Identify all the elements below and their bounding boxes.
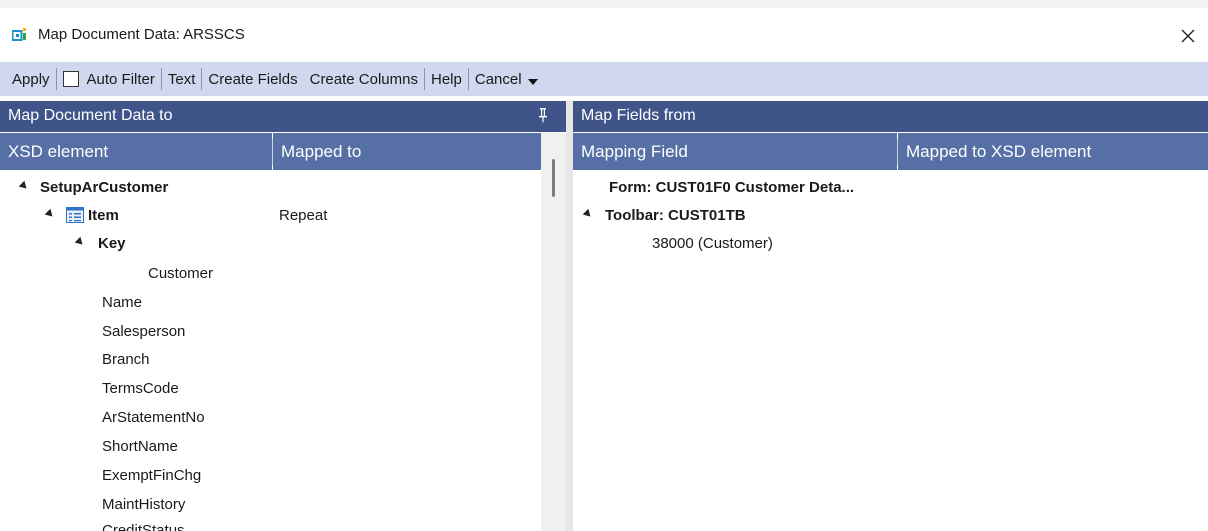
tree-row-branch[interactable]: Branch [0,345,540,373]
column-header-label: Mapped to [281,142,362,161]
column-header-mapped-to-xsd-element[interactable]: Mapped to XSD element [898,133,1208,170]
close-button[interactable] [1168,18,1208,54]
tree-row-shortname[interactable]: ShortName [0,432,540,460]
tree-node-mapped-value: Repeat [279,206,328,224]
tree-row-item[interactable]: Item Repeat [0,201,540,229]
expand-triangle-icon[interactable] [44,208,56,221]
tree-row-name[interactable]: Name [0,288,540,316]
tree-row-salesperson[interactable]: Salesperson [0,317,540,345]
tree-node-label: Key [98,234,126,252]
auto-filter-toggle[interactable]: Auto Filter [57,62,161,96]
tree-row-setuparcustomer[interactable]: SetupArCustomer [0,173,540,201]
expand-triangle-icon[interactable] [74,236,86,249]
tree-row-toolbar[interactable]: Toolbar: CUST01TB [573,201,1208,229]
tree-node-label: Name [102,293,143,311]
right-pane-title-text: Map Fields from [581,107,696,124]
table-icon [66,207,84,223]
column-header-mapping-field[interactable]: Mapping Field [573,133,897,170]
pin-icon[interactable] [537,107,549,125]
toolbar: Apply Auto Filter Text Create Fields Cre… [0,62,1208,96]
tree-node-label: ArStatementNo [102,408,205,426]
background-strip [0,0,1208,8]
tree-row-customer[interactable]: Customer [0,259,540,287]
column-header-label: Mapped to XSD element [906,142,1092,161]
tree-node-label: Toolbar: CUST01TB [605,206,746,224]
tree-node-label: SetupArCustomer [40,178,169,196]
cancel-button[interactable]: Cancel [469,62,544,96]
tree-node-label: CreditStatus [102,522,185,531]
map-document-data-pane: Map Document Data to XSD element Mapped … [0,101,566,531]
tree-row-creditstatus[interactable]: CreditStatus [0,518,540,531]
tree-row-arstatementno[interactable]: ArStatementNo [0,403,540,431]
tree-node-label: Form: CUST01F0 Customer Deta... [609,178,855,196]
tree-row-customer-field[interactable]: 38000 (Customer) [573,229,1208,257]
tree-node-label: ExemptFinChg [102,466,202,484]
scrollbar-thumb[interactable] [552,159,555,197]
left-pane-title-text: Map Document Data to [8,107,173,124]
column-header-label: Mapping Field [581,142,688,161]
tree-node-label: Branch [102,350,150,368]
tree-node-label: Customer [148,264,214,282]
tree-row-form[interactable]: Form: CUST01F0 Customer Deta... [573,173,1208,201]
auto-filter-checkbox[interactable] [62,71,79,87]
right-pane-title: Map Fields from [573,101,1208,132]
tree-node-label: TermsCode [102,379,179,397]
column-header-label: XSD element [8,142,109,161]
app-icon [12,28,26,41]
text-button[interactable]: Text [162,62,202,96]
map-fields-from-pane: Map Fields from Mapping Field Mapped to … [573,101,1208,531]
expand-triangle-icon[interactable] [18,180,30,193]
cancel-label: Cancel [474,70,522,88]
close-icon [1181,29,1195,43]
column-header-mapped-to[interactable]: Mapped to [273,133,541,170]
tree-row-key[interactable]: Key [0,229,540,257]
help-button[interactable]: Help [425,62,468,96]
expand-triangle-icon[interactable] [582,208,594,221]
auto-filter-label: Auto Filter [86,70,155,88]
window-title: Map Document Data: ARSSCS [38,26,245,43]
left-pane-title: Map Document Data to [0,101,566,132]
tree-node-label: 38000 (Customer) [652,234,773,252]
chevron-down-icon [527,79,538,85]
tree-node-label: Item [88,206,119,224]
pane-splitter[interactable] [566,101,573,531]
tree-row-exemptfinchg[interactable]: ExemptFinChg [0,461,540,489]
tree-row-mainthistory[interactable]: MaintHistory [0,490,540,518]
apply-button[interactable]: Apply [6,62,56,96]
column-header-xsd-element[interactable]: XSD element [0,133,272,170]
vertical-scrollbar[interactable] [541,133,566,531]
tree-node-label: MaintHistory [102,495,186,513]
title-bar: Map Document Data: ARSSCS [0,18,1208,54]
tree-node-label: Salesperson [102,322,186,340]
tree-node-label: ShortName [102,437,178,455]
create-columns-button[interactable]: Create Columns [304,62,424,96]
tree-row-termscode[interactable]: TermsCode [0,374,540,402]
create-fields-button[interactable]: Create Fields [202,62,303,96]
